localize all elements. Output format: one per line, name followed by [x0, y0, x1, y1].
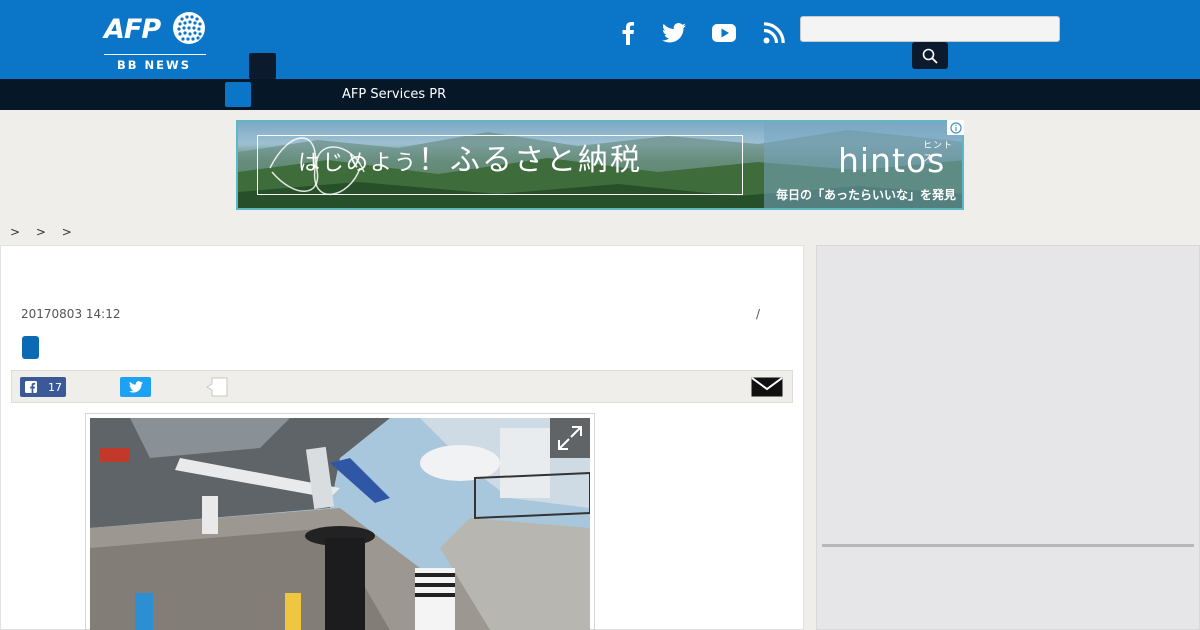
main-nav: AFP Services PR — [0, 79, 1200, 110]
search-input[interactable] — [800, 16, 1060, 42]
header-menu-button[interactable] — [249, 53, 276, 79]
mail-icon[interactable] — [751, 377, 783, 397]
twitter-icon[interactable] — [658, 17, 690, 49]
sidebar-divider — [822, 544, 1194, 547]
ad-headline: はじめよう！ふるさと納税 — [298, 143, 643, 178]
twitter-share-button[interactable] — [120, 377, 151, 397]
breadcrumb: > > > — [10, 225, 78, 239]
nav-link-afp-services-pr[interactable]: AFP Services PR — [342, 87, 446, 102]
bookmark-share-button[interactable] — [206, 377, 228, 397]
ad-brand-kana: ヒントス — [923, 141, 954, 164]
twitter-icon — [128, 381, 143, 393]
facebook-icon[interactable] — [612, 17, 644, 49]
facebook-share-count: 17 — [48, 380, 62, 394]
nav-home-button[interactable] — [225, 82, 251, 107]
meta-divider: / — [756, 307, 761, 321]
youtube-icon[interactable] — [708, 17, 740, 49]
ad-info-icon[interactable] — [947, 120, 964, 135]
facebook-share-button[interactable]: 17 — [20, 377, 66, 397]
expand-icon — [558, 426, 582, 450]
article-photo[interactable] — [90, 418, 590, 630]
article-timestamp: 20170803 14:12 — [21, 307, 121, 321]
logo-text: AFP — [104, 14, 161, 45]
sidebar-ad-slot — [816, 245, 1200, 630]
globe-icon — [173, 12, 205, 44]
afp-bb-news-logo[interactable]: AFP BB NEWS — [104, 8, 208, 72]
search-icon — [922, 48, 938, 64]
ad-tagline: 毎日の「あったらいいな」を発見 — [776, 188, 957, 202]
logo-divider — [104, 54, 206, 55]
category-tag[interactable] — [22, 336, 39, 359]
site-header: AFP BB NEWS — [0, 0, 1200, 79]
rss-icon[interactable] — [758, 17, 790, 49]
expand-photo-button[interactable] — [550, 418, 590, 458]
search-button[interactable] — [912, 42, 948, 69]
facebook-icon — [25, 381, 37, 393]
ad-banner[interactable]: はじめよう！ふるさと納税 hintos ヒントス 毎日の「あったらいいな」を発見 — [236, 120, 964, 210]
logo-subtext: BB NEWS — [117, 58, 191, 72]
